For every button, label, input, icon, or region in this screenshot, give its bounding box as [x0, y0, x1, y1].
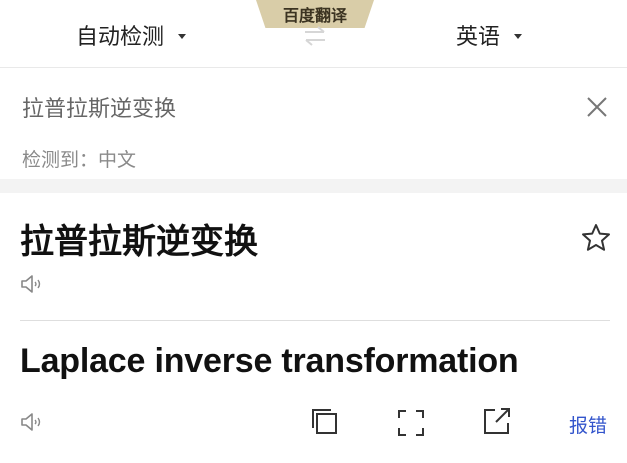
section-divider	[0, 179, 627, 193]
divider-line	[20, 320, 610, 321]
copy-icon[interactable]	[309, 406, 339, 436]
source-language-select[interactable]: 自动检测	[76, 18, 187, 52]
source-language-label: 自动检测	[76, 25, 165, 50]
input-area[interactable]: 拉普拉斯逆变换 检测到：中文	[0, 69, 627, 179]
star-icon[interactable]	[580, 222, 612, 254]
translation-result: Laplace inverse transformation	[20, 342, 519, 380]
source-text-display: 拉普拉斯逆变换	[20, 222, 258, 262]
report-error-link[interactable]: 报错	[569, 411, 607, 438]
caret-down-icon	[514, 33, 523, 39]
detected-language: 检测到：中文	[22, 149, 137, 171]
top-bar: 百度翻译 自动检测 英语	[0, 0, 627, 68]
speaker-icon[interactable]	[20, 412, 46, 432]
speaker-icon[interactable]	[20, 274, 46, 294]
share-icon[interactable]	[482, 406, 512, 436]
fullscreen-icon[interactable]	[396, 408, 426, 438]
caret-down-icon	[178, 33, 187, 39]
target-language-select[interactable]: 英语	[456, 18, 523, 52]
swap-icon[interactable]	[302, 24, 328, 48]
close-icon[interactable]	[584, 94, 610, 120]
input-text[interactable]: 拉普拉斯逆变换	[22, 91, 176, 123]
target-language-label: 英语	[456, 25, 501, 50]
